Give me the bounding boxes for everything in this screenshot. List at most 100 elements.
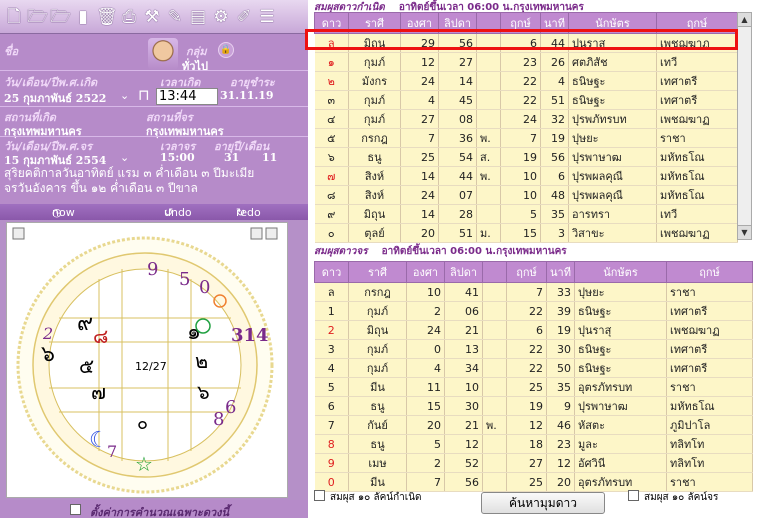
table-cell: ล: [314, 282, 349, 302]
divider: [0, 106, 308, 107]
wheel-number: 314: [231, 325, 269, 346]
table-row[interactable]: 7 กันย์ 20 21 พ. 12 46 หัสตะ ภูมิปาโล: [314, 415, 753, 435]
table-cell: 51: [438, 223, 477, 243]
table-cell: [482, 320, 507, 340]
table-row[interactable]: ๕กรกฎ 7 36 พ. 7 19 ปุษยะ ราชา: [314, 128, 738, 148]
horoscope-chart[interactable]: 12/27 9 5 0 314 6 8 2 7 ☾ ☆ ๙ ๘ ๕ ๗ ๖ ๑ …: [6, 222, 288, 498]
chevron-down-icon[interactable]: ⌄: [120, 151, 129, 164]
table-cell: 2: [406, 453, 445, 473]
column-header[interactable]: นาที: [546, 261, 575, 283]
open-folder-icon[interactable]: 🗁: [27, 5, 48, 29]
table-cell: 3: [314, 339, 349, 359]
table-row[interactable]: ๑กุมภ์ 12 27 23 26 ศตภิสัช เทวี: [314, 52, 738, 72]
document-icon[interactable]: ▤: [188, 5, 208, 29]
table-cell: ปุรพผลคุณี: [568, 185, 657, 205]
table-cell: 34: [444, 358, 483, 378]
table-cell: 19: [506, 396, 547, 416]
birth-date-field[interactable]: 25 กุมภาพันธ์ 2522: [4, 89, 106, 107]
column-header[interactable]: ลิปดา: [444, 261, 483, 283]
table-row[interactable]: ๙มิถุน 14 28 5 35 อารทรา เทวี: [314, 204, 738, 224]
table-cell: 14: [400, 204, 439, 224]
table-cell: เทศาตรี: [666, 358, 753, 378]
column-header[interactable]: [482, 261, 507, 283]
scroll-up-icon[interactable]: ▲: [738, 13, 751, 27]
table-row[interactable]: ๖ธนู 25 54 ส. 19 56 ปุรพาษาฒ มหัทธโณ: [314, 147, 738, 167]
table-cell: [482, 377, 507, 397]
list-icon[interactable]: ☰: [257, 5, 277, 29]
transit-ten-checkbox[interactable]: [628, 490, 639, 501]
save-icon[interactable]: ▮: [73, 5, 93, 29]
settings-icon[interactable]: ⚙: [211, 5, 231, 29]
table-cell: 0: [314, 472, 349, 492]
natal-ten-checkbox[interactable]: [314, 490, 325, 501]
table-row[interactable]: ๔กุมภ์ 27 08 24 32 ปุรพภัทรบท เพชฌฆาฏ: [314, 109, 738, 129]
table-cell: 22: [506, 301, 547, 321]
table-row[interactable]: 0 มีน 7 56 25 20 อุตรภัทรบท ราชา: [314, 472, 753, 492]
table-cell: 15: [500, 223, 541, 243]
delete-icon[interactable]: 🗑: [96, 5, 118, 29]
table-cell: 24: [400, 71, 439, 91]
search-aspect-button[interactable]: ค้นหามุมดาว: [481, 492, 605, 514]
expand-icon[interactable]: [265, 227, 278, 240]
table-row[interactable]: 1 กุมภ์ 2 06 22 39 ธนิษฐะ เทศาตรี: [314, 301, 753, 321]
tools-icon[interactable]: ⚒: [142, 5, 162, 29]
table-cell: 10: [500, 185, 541, 205]
column-header[interactable]: ดาว: [314, 261, 349, 283]
copy-icon[interactable]: [250, 227, 263, 240]
column-header[interactable]: นักษัตร: [574, 261, 667, 283]
table-cell: 7: [506, 282, 547, 302]
table-row[interactable]: ๒มังกร 24 14 22 4 ธนิษฐะ เทศาตรี: [314, 71, 738, 91]
table-cell: อารทรา: [568, 204, 657, 224]
new-file-icon[interactable]: 🗋: [4, 5, 24, 29]
column-header[interactable]: ราศี: [348, 261, 407, 283]
table-row[interactable]: ๗สิงห์ 14 44 พ. 10 6 ปุรพผลคุณี มหัทธโณ: [314, 166, 738, 186]
table-cell: 07: [438, 185, 477, 205]
lock-icon[interactable]: 🔒: [218, 42, 234, 58]
table-cell: ๕: [314, 128, 349, 148]
scroll-down-icon[interactable]: ▼: [738, 225, 751, 239]
column-header[interactable]: ฤกษ์: [506, 261, 547, 283]
table-cell: 27: [506, 453, 547, 473]
table-cell: 22: [500, 90, 541, 110]
natal-scrollbar[interactable]: ▲ ▼: [737, 12, 752, 240]
table-row[interactable]: 9 เมษ 2 52 27 12 อัศวินี ทลิทโท: [314, 453, 753, 473]
expand-icon[interactable]: [12, 227, 25, 240]
table-cell: 5: [406, 434, 445, 454]
table-cell: ปุรพภัทรบท: [568, 109, 657, 129]
table-row[interactable]: ลกรกฎ 10 41 7 33 ปุษยะ ราชา: [314, 282, 753, 302]
table-cell: [482, 358, 507, 378]
chart-edit-icon[interactable]: ✎: [165, 5, 185, 29]
table-row[interactable]: 2 มิถุน 24 21 6 19 ปุนราสุ เพชฌฆาฏ: [314, 320, 753, 340]
transit-time-field[interactable]: 15:00: [160, 151, 195, 164]
table-cell: 0: [406, 339, 445, 359]
lock-open-icon[interactable]: ⊓: [138, 86, 150, 104]
column-header[interactable]: องศา: [406, 261, 445, 283]
table-row[interactable]: ๓กุมภ์ 4 45 22 51 ธนิษฐะ เทศาตรี: [314, 90, 738, 110]
table-cell: 15: [406, 396, 445, 416]
print-icon[interactable]: ⎙: [119, 5, 139, 29]
pen-icon[interactable]: ✐: [234, 5, 254, 29]
table-row[interactable]: 8 ธนู 5 12 18 23 มูละ ทลิทโท: [314, 434, 753, 454]
birth-time-input[interactable]: 13:44: [156, 88, 218, 105]
table-cell: 18: [506, 434, 547, 454]
table-row[interactable]: 3 กุมภ์ 0 13 22 30 ธนิษฐะ เทศาตรี: [314, 339, 753, 359]
table-row[interactable]: 5 มีน 11 10 25 35 อุตรภัทรบท ราชา: [314, 377, 753, 397]
table-row[interactable]: ๘สิงห์ 24 07 10 48 ปุรพผลคุณี มหัทธโณ: [314, 185, 738, 205]
table-cell: [482, 472, 507, 492]
house-glyph: ๕: [79, 354, 94, 378]
house-glyph: ๐: [137, 413, 148, 434]
chart-settings-checkbox[interactable]: [70, 504, 81, 515]
table-cell: 3: [540, 223, 569, 243]
column-header[interactable]: ฤกษ์: [666, 261, 753, 283]
chevron-down-icon[interactable]: ⌄: [120, 89, 129, 102]
natal-title-bar: สมผุสดาวกำเนิด อาทิตย์ขึ้นเวลา 06:00 น.กร…: [314, 0, 584, 13]
table-cell: 23: [500, 52, 541, 72]
open-folder-icon[interactable]: 🗁: [50, 5, 71, 29]
table-cell: ราชา: [666, 472, 753, 492]
table-row[interactable]: ๐ตุลย์ 20 51 ม. 15 3 วิสาขะ เพชฌฆาฏ: [314, 223, 738, 243]
table-cell: 50: [546, 358, 575, 378]
table-cell: เทวี: [656, 52, 738, 72]
table-row[interactable]: 4 กุมภ์ 4 34 22 50 ธนิษฐะ เทศาตรี: [314, 358, 753, 378]
table-cell: 2: [406, 301, 445, 321]
table-row[interactable]: 6 ธนู 15 30 19 9 ปุรพาษาฒ มหัทธโณ: [314, 396, 753, 416]
